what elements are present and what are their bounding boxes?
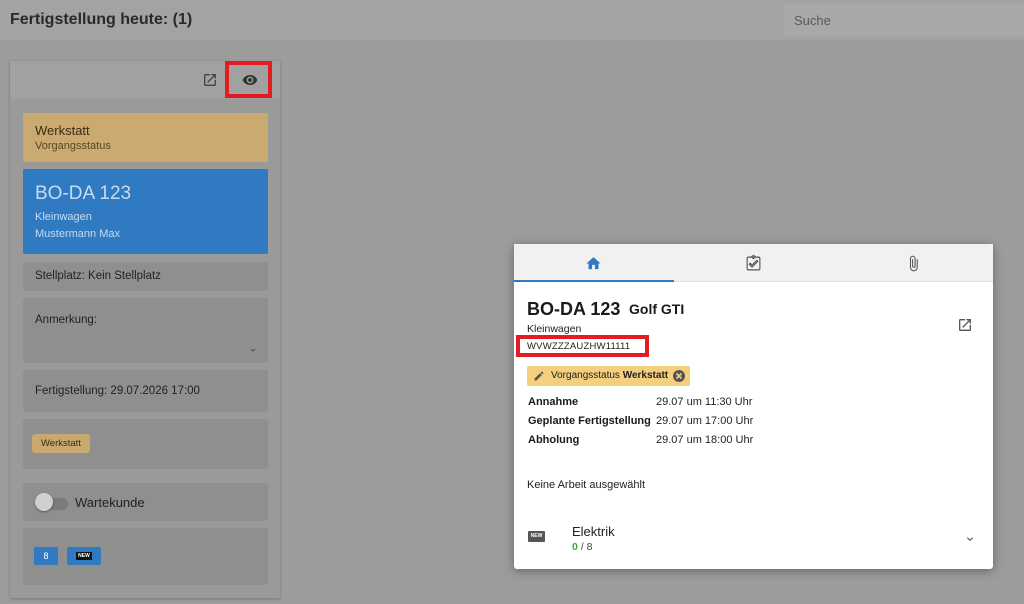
vehicle-box[interactable]: BO-DA 123 Kleinwagen Mustermann Max [23, 169, 268, 254]
tab-attachments[interactable] [834, 244, 994, 282]
job-name[interactable]: Elektrik [572, 524, 615, 539]
tab-tasks[interactable] [674, 244, 834, 282]
status-chip-value: Werkstatt [622, 370, 669, 381]
popup-tabs [514, 244, 993, 282]
popup-license-plate: BO-DA 123 [527, 299, 621, 319]
chevron-down-icon[interactable] [964, 533, 976, 545]
home-icon [586, 257, 601, 270]
order-card: Werkstatt Vorgangsstatus BO-DA 123 Klein… [10, 61, 280, 598]
completion-text: Fertigstellung: 29.07.2026 17:00 [35, 385, 200, 397]
waiting-customer-label: Wartekunde [75, 495, 145, 510]
clipboard-check-icon [746, 255, 761, 271]
info-label: Geplante Fertigstellung [528, 415, 651, 427]
note-field[interactable]: Anmerkung: [23, 298, 268, 363]
parking-text: Stellplatz: Kein Stellplatz [35, 270, 161, 282]
top-bar: Fertigstellung heute: (1) [0, 0, 1024, 40]
open-external-icon[interactable] [957, 317, 973, 333]
job-total-count: / 8 [580, 541, 593, 553]
eye-highlight-box [225, 61, 272, 98]
close-icon[interactable] [673, 370, 686, 382]
popup-vehicle-model: Golf GTI [629, 301, 685, 317]
vin-highlight-box [516, 335, 649, 357]
vehicle-class: Kleinwagen [35, 211, 92, 223]
info-label: Abholung [528, 434, 580, 446]
status-label: Vorgangsstatus [35, 140, 111, 152]
count-badge[interactable]: 8 [34, 547, 58, 565]
badges-box: 8 NEW [23, 528, 268, 585]
status-tag-box: Werkstatt [23, 419, 268, 469]
note-label: Anmerkung: [35, 314, 98, 326]
new-icon: NEW [76, 552, 92, 560]
popup-vehicle-class: Kleinwagen [527, 323, 582, 335]
new-icon: NEW [528, 531, 545, 542]
status-chip[interactable]: Vorgangsstatus Werkstatt [527, 366, 691, 386]
search-input[interactable] [784, 4, 1024, 36]
info-value: 29.07 um 18:00 Uhr [656, 434, 754, 446]
new-badge[interactable]: NEW [67, 547, 101, 565]
status-box[interactable]: Werkstatt Vorgangsstatus [23, 113, 268, 162]
parking-box[interactable]: Stellplatz: Kein Stellplatz [23, 262, 268, 291]
info-label: Annahme [528, 396, 579, 408]
pencil-icon [534, 371, 544, 381]
page-title: Fertigstellung heute: (1) [10, 11, 193, 28]
job-count: 0 / 8 [572, 541, 592, 553]
status-tag[interactable]: Werkstatt [32, 434, 90, 453]
chevron-down-icon[interactable] [248, 345, 258, 355]
open-external-icon[interactable] [202, 72, 218, 88]
toggle-knob[interactable] [35, 493, 53, 511]
license-plate: BO-DA 123 [35, 183, 132, 204]
no-work-selected: Keine Arbeit ausgewählt [527, 479, 646, 491]
job-done-count: 0 [572, 541, 578, 553]
card-toolbar [10, 61, 280, 99]
waiting-customer-box: Wartekunde [23, 483, 268, 521]
active-tab-indicator [514, 280, 674, 282]
info-value: 29.07 um 11:30 Uhr [656, 396, 753, 408]
tab-home[interactable] [514, 244, 674, 282]
info-value: 29.07 um 17:00 Uhr [656, 415, 754, 427]
completion-box[interactable]: Fertigstellung: 29.07.2026 17:00 [23, 370, 268, 412]
status-chip-label: Vorgangsstatus [551, 370, 620, 381]
status-value: Werkstatt [35, 123, 90, 138]
paperclip-icon [909, 255, 918, 272]
vehicle-owner: Mustermann Max [35, 228, 120, 240]
vehicle-detail-popup: BO-DA 123 Golf GTI Kleinwagen WVWZZZAUZH… [514, 244, 993, 569]
